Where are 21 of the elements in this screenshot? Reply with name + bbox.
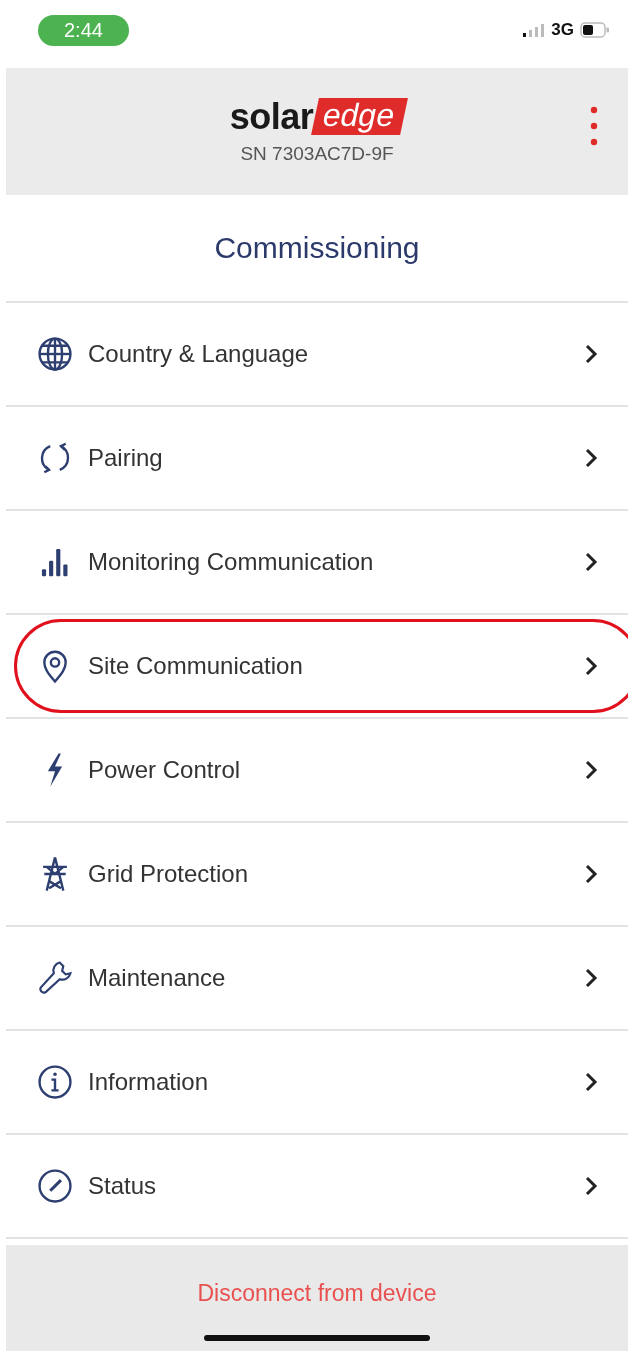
serial-number: SN 7303AC7D-9F — [240, 143, 394, 166]
page-title: Commissioning — [214, 231, 420, 265]
chevron-icon — [584, 552, 598, 572]
globe-icon — [36, 335, 74, 373]
network-type: 3G — [551, 20, 574, 40]
battery-icon — [580, 22, 610, 38]
status-time: 2:44 — [38, 14, 129, 46]
more-icon[interactable] — [590, 105, 598, 146]
chevron-icon — [584, 1072, 598, 1092]
chevron-icon — [584, 656, 598, 676]
chevron-icon — [584, 864, 598, 884]
chevron-icon — [584, 968, 598, 988]
chevron-icon — [584, 760, 598, 780]
chevron-icon — [584, 1176, 598, 1196]
info-icon — [36, 1063, 74, 1101]
wrench-icon — [36, 959, 74, 997]
chevron-icon — [584, 448, 598, 468]
gauge-icon — [36, 1167, 74, 1205]
chevron-icon — [584, 344, 598, 364]
logo-text: solar — [229, 98, 314, 135]
signal-icon — [523, 23, 546, 37]
